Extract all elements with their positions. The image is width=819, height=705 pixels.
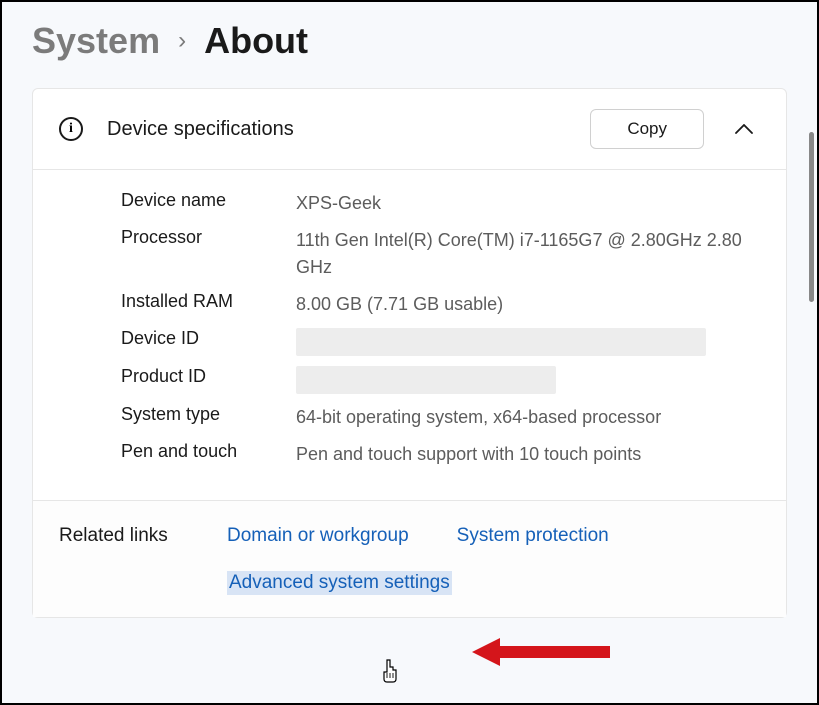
related-links-section: Related links Domain or workgroup System… [33,500,786,617]
spec-value-redacted [296,366,760,394]
card-title: Device specifications [107,118,566,141]
chevron-right-icon: › [178,27,186,55]
spec-value: XPS-Geek [296,190,760,217]
spec-row-system-type: System type 64-bit operating system, x64… [121,404,760,431]
spec-label: Device name [121,190,296,211]
related-links-list: Domain or workgroup System protection Ad… [227,525,760,595]
spec-value: 11th Gen Intel(R) Core(TM) i7-1165G7 @ 2… [296,227,760,281]
link-domain-workgroup[interactable]: Domain or workgroup [227,525,409,547]
spec-row-processor: Processor 11th Gen Intel(R) Core(TM) i7-… [121,227,760,281]
info-icon: i [59,117,83,141]
spec-label: System type [121,404,296,425]
copy-button[interactable]: Copy [590,109,704,149]
device-specs-card: i Device specifications Copy Device name… [32,88,787,618]
spec-value: Pen and touch support with 10 touch poin… [296,441,760,468]
breadcrumb: System › About [2,2,817,70]
spec-row-device-name: Device name XPS-Geek [121,190,760,217]
cursor-icon [380,659,400,685]
spec-label: Device ID [121,328,296,349]
spec-label: Product ID [121,366,296,387]
specs-list: Device name XPS-Geek Processor 11th Gen … [33,170,786,500]
spec-value: 64-bit operating system, x64-based proce… [296,404,760,431]
spec-row-device-id: Device ID [121,328,760,356]
collapse-button[interactable] [728,113,760,145]
breadcrumb-parent[interactable]: System [32,20,160,62]
spec-row-ram: Installed RAM 8.00 GB (7.71 GB usable) [121,291,760,318]
spec-row-pen-touch: Pen and touch Pen and touch support with… [121,441,760,468]
page-title: About [204,20,308,62]
link-system-protection[interactable]: System protection [457,525,609,547]
spec-value: 8.00 GB (7.71 GB usable) [296,291,760,318]
scrollbar[interactable] [809,132,814,302]
spec-row-product-id: Product ID [121,366,760,394]
spec-label: Processor [121,227,296,248]
spec-value-redacted [296,328,760,356]
annotation-arrow [472,635,612,669]
spec-label: Installed RAM [121,291,296,312]
link-advanced-system-settings[interactable]: Advanced system settings [227,571,452,595]
card-header: i Device specifications Copy [33,89,786,170]
related-links-label: Related links [59,525,189,547]
spec-label: Pen and touch [121,441,296,462]
chevron-up-icon [735,124,753,135]
